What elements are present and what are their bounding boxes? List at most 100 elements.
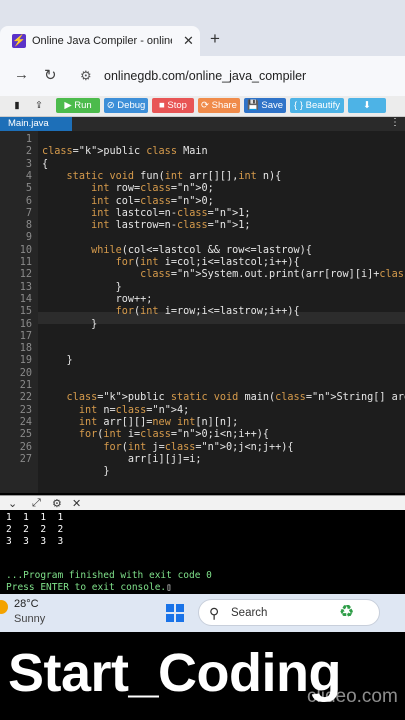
line-number: 17 — [19, 330, 32, 342]
taskbar-search-box[interactable]: ⚲ Search ♻ — [198, 599, 380, 626]
line-number: 5 — [25, 183, 32, 195]
clear-console-icon[interactable]: ✕ — [72, 497, 81, 510]
code-line: int n=class="n">4; — [78, 404, 190, 416]
expand-console-icon[interactable]: ⤢ — [32, 497, 41, 510]
weather-condition[interactable]: Sunny — [14, 613, 45, 625]
windows-taskbar: 28°C Sunny ⚲ Search ♻ — [0, 594, 405, 632]
console-prompt: Press ENTER to exit console.▯ — [6, 582, 172, 594]
reload-icon[interactable]: ↻ — [44, 66, 57, 84]
debug-button[interactable]: ⊘ Debug — [104, 98, 148, 113]
line-number: 14 — [19, 293, 32, 305]
beautify-button[interactable]: { } Beautify — [290, 98, 344, 113]
ide-toolbar: ▮ ⇪ ▶ Run ⊘ Debug ■ Stop ⟳ Share 💾 Save … — [0, 96, 405, 117]
save-button[interactable]: 💾 Save — [244, 98, 286, 113]
line-number: 8 — [25, 220, 32, 232]
line-number: 9 — [25, 232, 32, 244]
line-number: 13 — [19, 281, 32, 293]
share-button[interactable]: ⟳ Share — [198, 98, 240, 113]
upload-icon[interactable]: ⇪ — [30, 98, 48, 113]
code-line: } — [42, 355, 73, 367]
code-line: } — [42, 466, 110, 478]
line-number: 19 — [19, 355, 32, 367]
console-line: 3 3 3 3 — [6, 536, 64, 547]
tab-title: Online Java Compiler - online e — [32, 35, 172, 47]
file-menu-icon[interactable]: ⋮ — [390, 117, 400, 128]
file-tab-bar: Main.java ⋮ — [0, 117, 405, 131]
code-line: } — [42, 281, 122, 293]
recycle-icon: ♻ — [339, 602, 355, 621]
code-line: for(int j=class="n">0;j<n;j++){ — [103, 441, 294, 453]
run-button[interactable]: ▶ Run — [56, 98, 100, 113]
site-info-icon[interactable]: ⚙ — [80, 68, 92, 84]
code-line: int lastcol=n-class="n">1; — [91, 207, 251, 219]
exit-message: ...Program finished with exit code 0 — [6, 570, 212, 581]
site-favicon-icon: ⚡ — [12, 34, 26, 48]
url-field[interactable]: onlinegdb.com/online_java_compiler — [104, 69, 306, 83]
line-number: 21 — [19, 380, 32, 391]
search-icon: ⚲ — [209, 605, 220, 621]
video-caption-banner: Start_Coding clideo.com — [0, 632, 405, 720]
line-number: 1 — [25, 134, 32, 145]
line-number: 25 — [19, 429, 32, 441]
line-number: 7 — [25, 207, 32, 219]
search-label: Search — [231, 607, 268, 619]
code-line: class="k">public static void main(class=… — [66, 392, 405, 404]
code-line: } — [42, 318, 98, 330]
line-number: 11 — [19, 257, 32, 268]
weather-temperature[interactable]: 28°C — [14, 598, 39, 610]
download-button[interactable]: ⬇ — [348, 98, 386, 113]
console-prompt-text: Press ENTER to exit console. — [6, 582, 167, 593]
settings-icon[interactable]: ⚙ — [52, 497, 62, 510]
line-number: 26 — [19, 441, 32, 453]
line-number: 24 — [19, 416, 32, 428]
line-number: 15 — [19, 306, 32, 318]
sun-icon — [0, 600, 8, 614]
code-line: int col=class="n">0; — [91, 195, 214, 207]
line-number: 6 — [25, 195, 32, 207]
stop-button[interactable]: ■ Stop — [152, 98, 194, 113]
close-tab-icon[interactable]: ✕ — [183, 33, 194, 49]
watermark: clideo.com — [307, 686, 398, 707]
line-number-gutter: 1 2 3 4 5 6 7 8 9 10 11 12 13 14 15 16 17 18 19 20 21 22 23 24 2… — [0, 131, 38, 493]
new-tab-button[interactable]: + — [210, 29, 220, 49]
code-line: { — [42, 158, 49, 170]
file-tab-label: Main.java — [8, 118, 49, 129]
line-number: 4 — [25, 170, 32, 182]
address-bar: → ↻ ⚙ onlinegdb.com/online_java_compiler — [0, 56, 405, 96]
code-line: row++; — [42, 293, 153, 305]
banner-title: Start_Coding — [8, 643, 342, 703]
line-number: 22 — [19, 392, 32, 404]
browser-tab[interactable]: ⚡ Online Java Compiler - online e ✕ — [0, 26, 200, 56]
code-line: for(int i=class="n">0;i<n;i++){ — [78, 429, 269, 441]
console-line: 2 2 2 2 — [6, 524, 64, 535]
collapse-console-icon[interactable]: ⌄ — [8, 497, 17, 510]
line-number: 3 — [25, 158, 32, 170]
line-number: 27 — [19, 453, 32, 465]
code-line: int arr[][]=new int[n][n]; — [78, 416, 239, 428]
code-line: class="n">System.out.print(arr[row][i]+c… — [140, 269, 405, 281]
line-number: 16 — [19, 318, 32, 330]
code-line: class="k">public class Main — [42, 146, 208, 158]
line-number: 12 — [19, 269, 32, 281]
code-line: int lastrow=n-class="n">1; — [91, 220, 251, 232]
console-line: 1 1 1 1 — [6, 512, 64, 523]
code-line: while(col<=lastcol && row<=lastrow){ — [91, 244, 312, 256]
windows-start-icon[interactable] — [166, 604, 184, 622]
code-line: int row=class="n">0; — [91, 183, 214, 195]
line-number: 10 — [19, 244, 32, 256]
line-number: 18 — [19, 343, 32, 355]
file-tab-main-java[interactable]: Main.java — [0, 117, 72, 131]
forward-arrow-icon[interactable]: → — [14, 66, 29, 83]
new-file-icon[interactable]: ▮ — [10, 98, 24, 113]
browser-tab-bar: ⚡ Online Java Compiler - online e ✕ + — [0, 0, 405, 56]
console-output[interactable]: 1 1 1 1 2 2 2 2 3 3 3 3 ...Program finis… — [0, 510, 405, 593]
line-number: 20 — [19, 367, 32, 379]
cursor-icon: ▯ — [166, 582, 172, 593]
code-line: arr[i][j]=i; — [42, 453, 202, 465]
code-line: for(int i=col;i<=lastcol;i++){ — [115, 257, 300, 268]
line-number: 2 — [25, 146, 32, 158]
code-editor[interactable]: 1 2 3 4 5 6 7 8 9 10 11 12 13 14 15 16 17 18 19 20 21 22 23 24 2… — [0, 131, 405, 493]
console-toolbar: ⌄ ⤢ ⚙ ✕ — [0, 495, 405, 510]
code-line: static void fun(int arr[][],int n){ — [66, 170, 282, 182]
line-number: 23 — [19, 404, 32, 416]
